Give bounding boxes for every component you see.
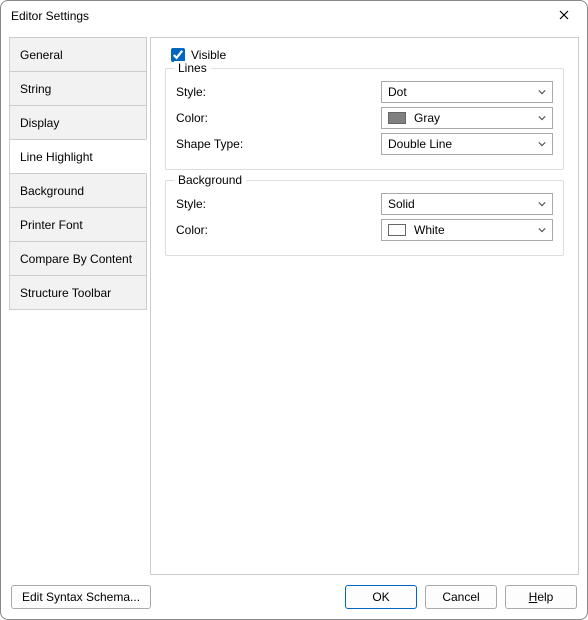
tab-display[interactable]: Display xyxy=(9,105,147,140)
lines-shape-select[interactable]: Double Line xyxy=(381,133,553,155)
background-group: Background Style: Solid Color: White xyxy=(165,180,564,256)
lines-legend: Lines xyxy=(174,61,211,75)
visible-checkbox[interactable] xyxy=(171,48,185,62)
background-style-label: Style: xyxy=(176,197,381,211)
footer: Edit Syntax Schema... OK Cancel Help xyxy=(1,575,587,619)
window-title: Editor Settings xyxy=(11,9,549,23)
chevron-down-icon xyxy=(538,223,546,237)
lines-shape-label: Shape Type: xyxy=(176,137,381,151)
background-style-select[interactable]: Solid xyxy=(381,193,553,215)
lines-style-select[interactable]: Dot xyxy=(381,81,553,103)
content-panel: Visible Lines Style: Dot Color: Gray xyxy=(150,37,579,575)
edit-syntax-schema-button[interactable]: Edit Syntax Schema... xyxy=(11,585,151,609)
chevron-down-icon xyxy=(538,137,546,151)
tab-background[interactable]: Background xyxy=(9,173,147,208)
background-color-label: Color: xyxy=(176,223,381,237)
lines-style-label: Style: xyxy=(176,85,381,99)
cancel-button[interactable]: Cancel xyxy=(425,585,497,609)
close-button[interactable] xyxy=(549,1,579,31)
lines-color-select[interactable]: Gray xyxy=(381,107,553,129)
background-legend: Background xyxy=(174,173,246,187)
color-swatch-white xyxy=(388,224,406,236)
chevron-down-icon xyxy=(538,111,546,125)
tab-string[interactable]: String xyxy=(9,71,147,106)
lines-group: Lines Style: Dot Color: Gray Shape Type: xyxy=(165,68,564,170)
ok-button[interactable]: OK xyxy=(345,585,417,609)
chevron-down-icon xyxy=(538,85,546,99)
tab-compare-by-content[interactable]: Compare By Content xyxy=(9,241,147,276)
background-color-select[interactable]: White xyxy=(381,219,553,241)
titlebar: Editor Settings xyxy=(1,1,587,31)
close-icon xyxy=(559,9,569,23)
tab-line-highlight[interactable]: Line Highlight xyxy=(9,139,147,174)
chevron-down-icon xyxy=(538,197,546,211)
help-button[interactable]: Help xyxy=(505,585,577,609)
visible-label: Visible xyxy=(191,48,226,62)
tab-printer-font[interactable]: Printer Font xyxy=(9,207,147,242)
color-swatch-gray xyxy=(388,112,406,124)
tab-list: General String Display Line Highlight Ba… xyxy=(9,37,147,575)
tab-structure-toolbar[interactable]: Structure Toolbar xyxy=(9,275,147,310)
tab-general[interactable]: General xyxy=(9,37,147,72)
lines-color-label: Color: xyxy=(176,111,381,125)
